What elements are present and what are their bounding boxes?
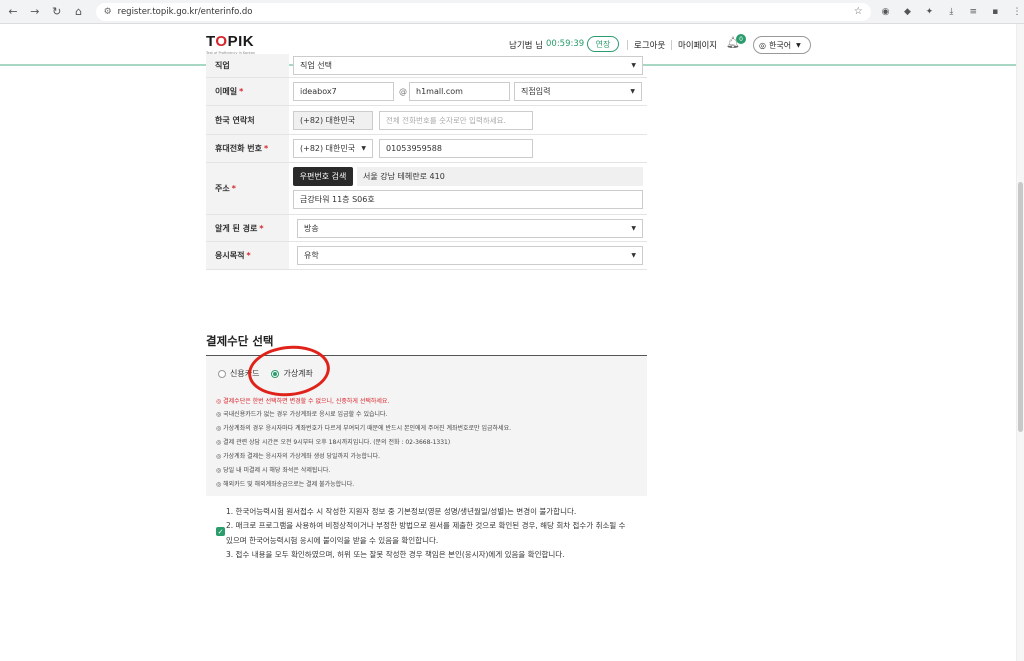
notice-line: ◎ 해외카드 및 해외계좌송금으로는 결제 불가능합니다. [216,481,355,488]
job-row: 직업 직업 선택 ▼ [206,54,647,78]
referral-row: 알게 된 경로 * 방송 ▼ [206,215,647,242]
url-text: register.topik.go.kr/enterinfo.do [117,6,253,17]
notice-line: ◎ 결제 관련 상담 시간은 오전 9시부터 오후 18시까지입니다. (문의 … [216,439,451,446]
korea-contact-label: 한국 연락처 [206,106,289,134]
profile-icon[interactable]: ▪ [988,5,1002,19]
at-sign: @ [399,87,407,96]
bookmark-star-icon[interactable]: ☆ [854,6,863,17]
logout-link[interactable]: 로그아웃 [634,39,665,51]
extension-icon[interactable]: ◆ [901,5,915,19]
extend-session-button[interactable]: 연장 [587,36,619,52]
mobile-country-select[interactable]: (+82) 대한민국 ▼ [293,139,373,158]
address-label: 주소 * [206,163,289,214]
page-scrollbar[interactable] [1016,24,1024,661]
address-row: 주소 * 우편번호 검색 서울 강남 테헤란로 410 금강타워 11층 S06호 [206,163,647,215]
session-timer: 00:59:39 [546,39,585,49]
browser-toolbar: ← → ↻ ⌂ ⚙ register.topik.go.kr/enterinfo… [0,0,1024,24]
agreement-line: 3. 접수 내용을 모두 확인하였으며, 허위 또는 잘못 작성한 경우 책임은… [226,550,565,559]
media-icon[interactable]: ≡ [966,5,980,19]
globe-icon: ◎ [759,40,766,50]
postcode-search-button[interactable]: 우편번호 검색 [293,167,353,186]
korea-country-code: (+82) 대한민국 [293,111,373,130]
agreement-line: 있으며 한국어능력시험 응시에 불이익을 받을 수 있음을 확인합니다. [226,536,439,545]
email-domain-select[interactable]: 직접입력 ▼ [514,82,642,101]
address-line1: 서울 강남 테헤란로 410 [357,167,643,186]
credit-card-radio[interactable] [218,369,226,378]
agreement-checkbox[interactable]: ✓ [216,527,225,536]
puzzle-icon[interactable]: ✦ [922,5,936,19]
divider [627,40,628,50]
notice-line: ◎ 결제수단은 한번 선택하면 변경할 수 없으니, 신중하게 선택하세요. [216,398,390,405]
purpose-row: 응시목적 * 유학 ▼ [206,242,647,270]
mobile-label: 휴대전화 번호 * [206,135,289,162]
menu-icon[interactable]: ⋮ [1010,5,1024,19]
mobile-phone-input[interactable]: 01053959588 [379,139,533,158]
scrollbar-thumb[interactable] [1018,182,1023,432]
user-name: 남기범 님 [509,41,543,51]
topik-logo[interactable]: TOPIK [206,33,254,50]
address-line2-input[interactable]: 금강타워 11층 S06호 [293,190,643,209]
referral-select[interactable]: 방송 ▼ [297,219,643,238]
mypage-link[interactable]: 마이페이지 [678,39,717,51]
forward-icon[interactable]: → [26,3,44,21]
purpose-select[interactable]: 유학 ▼ [297,246,643,265]
language-select[interactable]: ◎ 한국어 ▼ [753,36,811,54]
agreement-line: 2. 매크로 프로그램을 사용하여 비정상적이거나 부정한 방법으로 원서를 제… [226,521,626,530]
email-id-field[interactable]: ideabox7 [293,82,394,101]
payment-section-title: 결제수단 선택 [206,334,274,348]
korea-contact-row: 한국 연락처 (+82) 대한민국 전체 전화번호를 숫자로만 입력하세요. [206,106,647,135]
email-row: 이메일 * ideabox7 @ h1mall.com 직접입력 ▼ [206,78,647,106]
notice-line: ◎ 국내신용카드가 없는 경우 가상계좌로 응시료 입금할 수 있습니다. [216,411,388,418]
email-domain-field[interactable]: h1mall.com [409,82,510,101]
job-label: 직업 [206,54,289,77]
job-select[interactable]: 직업 선택 ▼ [293,56,643,75]
camera-icon[interactable]: ◉ [879,5,893,19]
korea-phone-input[interactable]: 전체 전화번호를 숫자로만 입력하세요. [379,111,533,130]
language-label: 한국어 [768,40,792,50]
notification-badge: 0 [736,34,746,44]
email-label: 이메일 * [206,78,289,105]
address-bar[interactable]: ⚙ register.topik.go.kr/enterinfo.do ☆ [95,2,871,21]
purpose-label: 응시목적 * [206,242,289,269]
home-icon[interactable]: ⌂ [70,3,88,21]
reload-icon[interactable]: ↻ [48,3,66,21]
agreement-line: 1. 한국어능력시험 원서접수 시 작성한 지원자 정보 중 기본정보(영문 성… [226,507,577,516]
site-info-icon[interactable]: ⚙ [104,7,112,17]
notice-line: ◎ 가상계좌의 경우 응시자마다 계좌번호가 다르게 부여되기 때문에 반드시 … [216,425,511,432]
referral-label: 알게 된 경로 * [206,215,289,241]
download-icon[interactable]: ⤓ [944,5,958,19]
divider [671,40,672,50]
back-icon[interactable]: ← [4,3,22,21]
mobile-row: 휴대전화 번호 * (+82) 대한민국 ▼ 01053959588 [206,135,647,163]
chevron-down-icon: ▼ [796,41,801,49]
notice-line: ◎ 가상계좌 결제는 응시자의 가상계좌 생성 당일까지 가능합니다. [216,453,381,460]
notice-line: ◎ 당일 내 미결제 시 해당 좌석은 삭제됩니다. [216,467,331,474]
